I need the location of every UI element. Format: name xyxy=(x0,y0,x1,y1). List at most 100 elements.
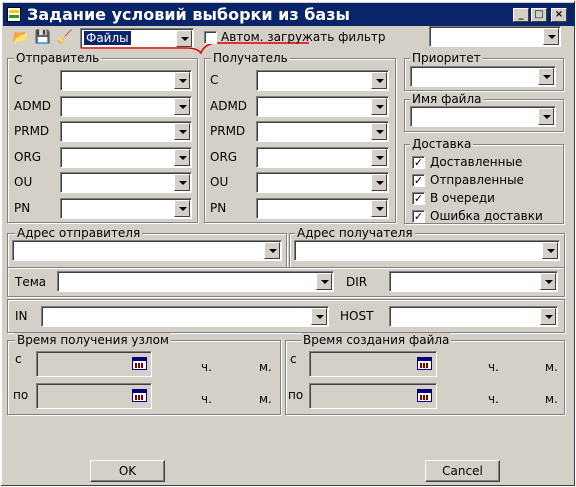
subject-label: Тема xyxy=(15,275,47,289)
filename-group-title: Имя файла xyxy=(410,92,484,106)
delivery-checkbox[interactable]: ✓ xyxy=(412,210,425,223)
dir-label: DIR xyxy=(346,275,368,289)
dialog-window: Задание условий выборки из базы _ □ × 📂 … xyxy=(0,0,576,487)
chevron-down-icon[interactable] xyxy=(371,123,387,140)
chevron-down-icon[interactable] xyxy=(542,242,558,259)
file-time-from-label: с xyxy=(290,352,297,366)
delivery-checkbox-label: Отправленные xyxy=(430,173,524,187)
chevron-down-icon[interactable] xyxy=(538,68,554,85)
app-icon xyxy=(7,7,21,22)
chevron-down-icon[interactable] xyxy=(371,174,387,191)
sender-field-combo[interactable] xyxy=(60,146,192,168)
calendar-icon[interactable] xyxy=(417,357,432,370)
filename-combo[interactable] xyxy=(410,106,556,127)
chevron-down-icon[interactable] xyxy=(174,123,190,140)
minutes-label: м. xyxy=(259,392,272,406)
chevron-down-icon[interactable] xyxy=(543,28,559,45)
close-button[interactable]: × xyxy=(551,8,567,22)
node-time-to-date[interactable] xyxy=(36,383,152,409)
node-time-title: Время получения узлом xyxy=(15,333,171,347)
file-time-to-date[interactable] xyxy=(309,383,437,409)
cancel-button[interactable]: Cancel xyxy=(425,460,500,482)
chevron-down-icon[interactable] xyxy=(538,108,554,125)
delivery-checkbox[interactable]: ✓ xyxy=(412,156,425,169)
recipient-field-combo[interactable] xyxy=(256,172,389,193)
chevron-down-icon[interactable] xyxy=(371,199,387,217)
hours-label: ч. xyxy=(488,360,499,374)
chevron-down-icon[interactable] xyxy=(371,148,387,166)
recipient-field-combo[interactable] xyxy=(256,70,389,91)
sender-field-label: PN xyxy=(14,200,31,215)
recipient-field-combo[interactable] xyxy=(256,121,389,142)
delivery-checkbox-label: В очереди xyxy=(430,191,495,205)
sender-field-label: OU xyxy=(14,175,33,189)
sender-field-label: ADMD xyxy=(14,98,52,113)
recipient-field-label: ADMD xyxy=(210,98,248,113)
priority-group-title: Приоритет xyxy=(410,51,483,65)
chevron-down-icon[interactable] xyxy=(540,308,556,325)
recipient-field-combo[interactable] xyxy=(256,146,389,168)
delivery-checkbox-label: Ошибка доставки xyxy=(430,209,543,223)
chevron-down-icon[interactable] xyxy=(174,148,190,166)
sender-field-combo[interactable] xyxy=(60,172,192,193)
recipient-field-combo[interactable] xyxy=(256,95,389,117)
calendar-icon[interactable] xyxy=(132,389,147,402)
in-combo[interactable] xyxy=(41,306,329,327)
recipient-field-label: ORG xyxy=(210,149,238,164)
sender-field-combo[interactable] xyxy=(60,95,192,117)
delivery-checkbox[interactable]: ✓ xyxy=(412,174,425,187)
delivery-checkbox[interactable]: ✓ xyxy=(412,192,425,205)
chevron-down-icon[interactable] xyxy=(371,72,387,89)
subject-combo[interactable] xyxy=(57,271,334,292)
chevron-down-icon[interactable] xyxy=(174,97,190,115)
chevron-down-icon[interactable] xyxy=(371,97,387,115)
chevron-down-icon[interactable] xyxy=(264,242,280,259)
calendar-icon[interactable] xyxy=(132,357,147,370)
delivery-group-title: Доставка xyxy=(410,137,474,151)
recipient-group-title: Получатель xyxy=(211,51,290,65)
sender-field-combo[interactable] xyxy=(60,70,192,91)
sender-address-title: Адрес отправителя xyxy=(15,226,143,240)
chevron-down-icon[interactable] xyxy=(174,199,190,217)
clear-filter-icon[interactable]: 🧹 xyxy=(55,29,75,47)
node-time-to-label: по xyxy=(13,388,29,402)
sender-field-label: C xyxy=(14,73,23,87)
host-combo[interactable] xyxy=(389,306,558,327)
file-time-from-date[interactable] xyxy=(309,351,437,377)
recipient-field-label: C xyxy=(210,73,219,87)
open-filter-icon[interactable]: 📂 xyxy=(11,29,31,47)
dir-combo[interactable] xyxy=(389,271,558,292)
chevron-down-icon[interactable] xyxy=(540,273,556,290)
host-label: HOST xyxy=(340,309,374,323)
recipient-field-label: PN xyxy=(210,200,227,215)
maximize-button[interactable]: □ xyxy=(531,8,547,22)
auto-filter-label: Автом. загружать фильтр xyxy=(221,30,386,44)
calendar-icon[interactable] xyxy=(417,389,432,402)
minimize-button[interactable]: _ xyxy=(513,8,529,22)
node-time-from-label: с xyxy=(15,352,22,366)
priority-combo[interactable] xyxy=(410,66,556,87)
minutes-label: м. xyxy=(545,392,558,406)
save-filter-icon[interactable]: 💾 xyxy=(33,29,53,47)
auto-filter-checkbox[interactable] xyxy=(204,31,217,44)
chevron-down-icon[interactable] xyxy=(316,273,332,290)
file-time-to-label: по xyxy=(288,388,304,402)
sender-field-label: PRMD xyxy=(14,124,50,138)
file-time-title: Время создания файла xyxy=(301,333,452,347)
recipient-address-combo[interactable] xyxy=(294,240,560,261)
minutes-label: м. xyxy=(545,360,558,374)
recipient-field-combo[interactable] xyxy=(256,197,389,219)
title-bar: Задание условий выборки из базы _ □ × xyxy=(3,3,575,26)
sender-group-title: Отправитель xyxy=(14,51,102,65)
sender-field-combo[interactable] xyxy=(60,121,192,142)
chevron-down-icon[interactable] xyxy=(174,72,190,89)
sender-field-combo[interactable] xyxy=(60,197,192,219)
in-label: IN xyxy=(15,309,28,323)
ok-button[interactable]: OK xyxy=(90,460,165,482)
extra-filter-combo[interactable] xyxy=(429,26,561,47)
node-time-from-date[interactable] xyxy=(36,351,152,377)
sender-address-combo[interactable] xyxy=(12,240,282,261)
recipient-field-label: PRMD xyxy=(210,124,246,138)
chevron-down-icon[interactable] xyxy=(311,308,327,325)
chevron-down-icon[interactable] xyxy=(174,174,190,191)
